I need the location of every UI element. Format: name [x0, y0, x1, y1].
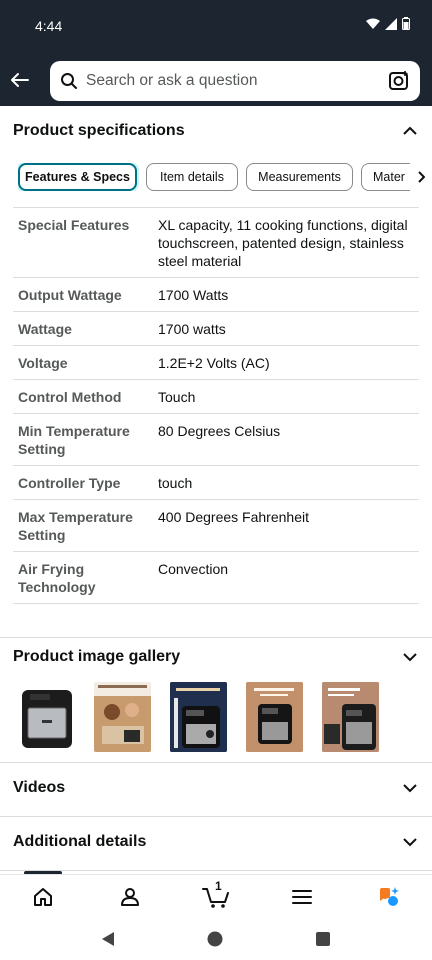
chevron-up-icon[interactable]	[402, 126, 418, 136]
gallery-thumbnail[interactable]	[246, 682, 303, 752]
nav-account[interactable]	[110, 879, 150, 915]
search-bar[interactable]: Search or ask a question	[50, 61, 420, 101]
section-divider	[0, 637, 432, 638]
gallery-header[interactable]: Product image gallery	[0, 640, 432, 674]
tabs-scroll-right[interactable]	[410, 163, 432, 191]
nav-home[interactable]	[23, 879, 63, 915]
section-title: Additional details	[13, 833, 147, 850]
nav-rufus[interactable]	[369, 879, 409, 915]
user-icon	[120, 887, 139, 906]
tab-measurements[interactable]: Measurements	[246, 163, 353, 191]
section-title: Product specifications	[13, 122, 185, 139]
tab-item-details[interactable]: Item details	[146, 163, 238, 191]
spec-row: Output Wattage 1700 Watts	[13, 277, 419, 311]
gallery-thumbnail[interactable]	[170, 682, 227, 752]
status-icons	[366, 17, 410, 30]
cart-count: 1	[214, 878, 222, 893]
camera-lens-icon[interactable]	[388, 70, 410, 92]
status-time: 4:44	[35, 18, 63, 34]
section-divider	[0, 870, 432, 871]
search-icon	[61, 73, 77, 89]
system-nav-bar	[0, 918, 432, 960]
chevron-down-icon[interactable]	[403, 783, 417, 793]
home-icon	[34, 887, 53, 906]
spec-row: Max Temperature Setting 400 Degrees Fahre…	[13, 499, 419, 551]
menu-icon	[292, 889, 313, 904]
spec-table: Special Features XL capacity, 11 cooking …	[13, 207, 419, 604]
chevron-down-icon[interactable]	[403, 652, 417, 662]
system-recents-icon[interactable]	[316, 932, 330, 946]
system-home-icon[interactable]	[207, 931, 223, 947]
section-divider	[0, 816, 432, 817]
chevron-right-icon[interactable]	[417, 171, 425, 183]
gallery-thumbnail[interactable]	[94, 682, 151, 752]
spec-row: Air Frying Technology Convection	[13, 551, 419, 604]
wifi-icon	[366, 18, 380, 29]
chevron-down-icon[interactable]	[403, 837, 417, 847]
search-input[interactable]: Search or ask a question	[86, 72, 388, 90]
image-gallery	[18, 682, 379, 752]
back-arrow-icon[interactable]	[8, 68, 32, 92]
spec-row: Special Features XL capacity, 11 cooking …	[13, 207, 419, 277]
gallery-thumbnail[interactable]	[18, 682, 75, 752]
app-header: 4:44 Search or ask a question	[0, 0, 432, 106]
product-specs-header[interactable]: Product specifications	[0, 108, 432, 154]
spec-row: Controller Type touch	[13, 465, 419, 499]
additional-details-header[interactable]: Additional details	[0, 825, 432, 859]
spec-row: Wattage 1700 watts	[13, 311, 419, 345]
section-divider	[0, 762, 432, 763]
assistant-icon	[379, 886, 399, 906]
battery-icon	[402, 17, 410, 30]
system-back-icon[interactable]	[100, 931, 116, 947]
section-title: Product image gallery	[13, 648, 181, 665]
nav-cart[interactable]: 1	[196, 879, 236, 915]
spec-row: Min Temperature Setting 80 Degrees Celsiu…	[13, 413, 419, 465]
signal-icon	[385, 17, 397, 30]
spec-row: Voltage 1.2E+2 Volts (AC)	[13, 345, 419, 379]
videos-header[interactable]: Videos	[0, 771, 432, 805]
spec-row: Control Method Touch	[13, 379, 419, 413]
bottom-nav: 1	[0, 874, 432, 918]
section-title: Videos	[13, 779, 66, 796]
gallery-thumbnail[interactable]	[322, 682, 379, 752]
spec-tabs: Features & Specs Item details Measuremen…	[18, 163, 432, 191]
tab-features-specs[interactable]: Features & Specs	[18, 163, 137, 191]
nav-menu[interactable]	[282, 879, 322, 915]
